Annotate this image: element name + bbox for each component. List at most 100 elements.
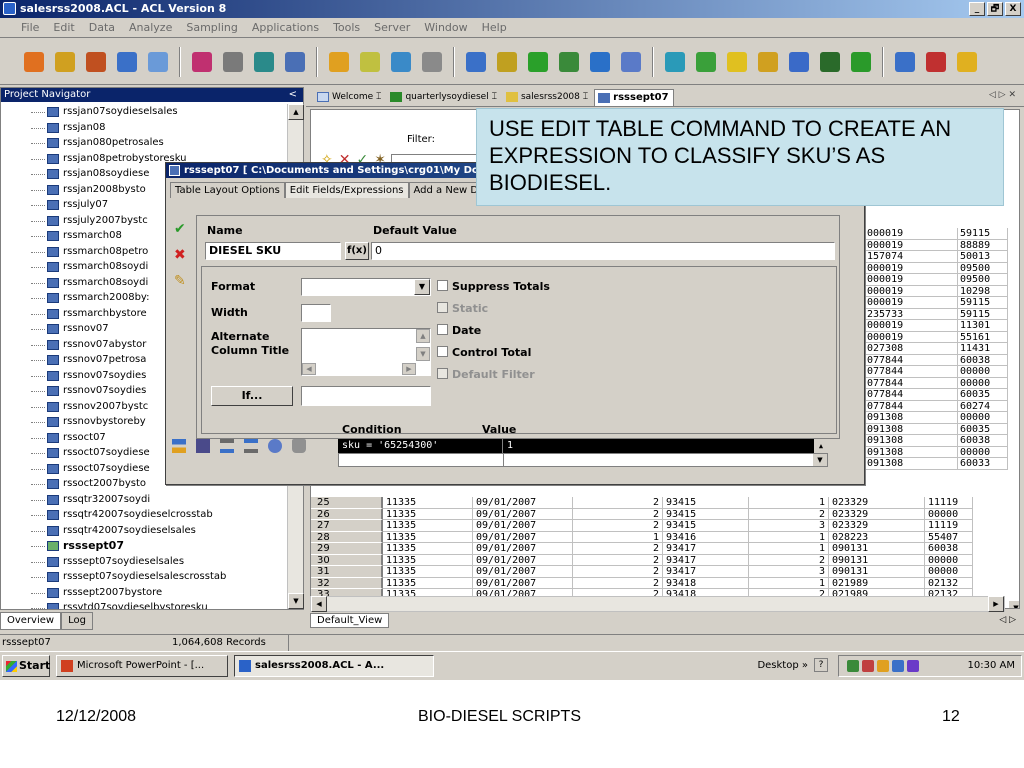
table-row[interactable]: 27 11335 09/01/2007 2 93415 3 023329 11119 [311, 520, 973, 532]
save-icon[interactable] [113, 48, 141, 76]
table-cell[interactable]: 023329 [829, 520, 925, 532]
width-field[interactable] [301, 304, 331, 322]
table-cell[interactable]: 00000 [958, 446, 1008, 458]
table-cell[interactable]: 091308 [864, 412, 958, 424]
table-cell[interactable]: 11335 [383, 543, 473, 555]
table-cell[interactable]: 00000 [925, 508, 973, 520]
tab-overview[interactable]: Overview [0, 612, 62, 630]
table-cell[interactable]: 235733 [864, 308, 958, 320]
table-cell[interactable]: 11119 [925, 497, 973, 509]
benford-icon[interactable] [816, 48, 844, 76]
table-cell[interactable]: 2 [749, 508, 829, 520]
table-row[interactable]: 000019 59115 [864, 297, 1008, 309]
table-cell[interactable]: 11335 [383, 520, 473, 532]
layout-icon[interactable] [387, 48, 415, 76]
grid-icon[interactable] [922, 48, 950, 76]
condition-row-empty[interactable]: ▼ [338, 453, 828, 467]
table-cell[interactable]: 023329 [829, 497, 925, 509]
table-cell[interactable]: 60038 [925, 543, 973, 555]
open-project-icon[interactable] [20, 48, 48, 76]
table-cell[interactable]: 09500 [958, 262, 1008, 274]
view-tab-default[interactable]: Default_View [310, 613, 390, 628]
table-row[interactable]: 091308 60038 [864, 435, 1008, 447]
sort-icon[interactable] [555, 48, 583, 76]
messenger-icon[interactable] [907, 660, 919, 672]
dropdown-arrow-icon[interactable]: ▼ [414, 279, 430, 295]
tab-table-layout-options[interactable]: Table Layout Options [170, 182, 285, 198]
percent-icon[interactable] [586, 48, 614, 76]
table-cell[interactable]: 93418 [663, 577, 749, 589]
condition-expression[interactable]: sku = '65254300' [342, 439, 438, 453]
table-cell[interactable]: 091308 [864, 458, 958, 470]
table-cell[interactable]: 11335 [383, 554, 473, 566]
table-row[interactable]: 000019 11301 [864, 320, 1008, 332]
tab-scroll-arrows-icon[interactable]: ◁ ▷ ✕ [989, 90, 1016, 100]
table-icon[interactable] [325, 48, 353, 76]
menu-applications[interactable]: Applications [245, 21, 326, 34]
table-cell[interactable]: 00000 [958, 366, 1008, 378]
default-filter-checkbox[interactable]: Default Filter [437, 368, 535, 381]
classify-icon[interactable] [754, 48, 782, 76]
move-up-icon[interactable] [220, 439, 234, 453]
condition-value[interactable]: 1 [502, 439, 513, 453]
table-cell[interactable]: 2 [573, 554, 663, 566]
condition-row-selected[interactable]: sku = '65254300' 1 ▲ [338, 439, 828, 453]
update-icon[interactable] [877, 660, 889, 672]
columns-icon[interactable] [661, 48, 689, 76]
table-cell[interactable]: 091308 [864, 446, 958, 458]
condition-scroll-down-icon[interactable]: ▼ [813, 454, 827, 466]
table-cell[interactable]: 2 [573, 577, 663, 589]
tab-quarterlysoydiesel[interactable]: quarterlysoydiesel ⌶ [387, 89, 501, 106]
table-cell[interactable]: 93417 [663, 543, 749, 555]
navigator-item[interactable]: rsssept2007bystore [1, 585, 289, 601]
table-cell[interactable]: 1 [749, 531, 829, 543]
menu-file[interactable]: File [14, 21, 46, 34]
table-cell[interactable]: 50013 [958, 251, 1008, 263]
table-cell[interactable]: 077844 [864, 377, 958, 389]
table-cell[interactable]: 60038 [958, 354, 1008, 366]
filter-icon[interactable] [418, 48, 446, 76]
table-cell[interactable]: 11335 [383, 577, 473, 589]
scroll-down-arrow-icon[interactable]: ▼ [288, 593, 304, 609]
table-cell[interactable]: 091308 [864, 423, 958, 435]
cancel-x-icon[interactable]: ✖ [174, 247, 186, 263]
table-cell[interactable]: 021989 [829, 577, 925, 589]
table-cell[interactable]: 077844 [864, 354, 958, 366]
table-cell[interactable]: 93417 [663, 566, 749, 578]
navigator-item[interactable]: rssqtr42007soydieselcrosstab [1, 507, 289, 523]
table-cell[interactable]: 000019 [864, 297, 958, 309]
table-cell[interactable]: 090131 [829, 566, 925, 578]
table-cell[interactable]: 000019 [864, 274, 958, 286]
alternate-title-field[interactable]: ▲ ▼ ◀ ▶ [301, 328, 431, 376]
new-project-icon[interactable] [51, 48, 79, 76]
open-icon[interactable] [82, 48, 110, 76]
table-row[interactable]: 26 11335 09/01/2007 2 93415 2 023329 00000 [311, 508, 973, 520]
scroll-up-arrow-icon[interactable]: ▲ [416, 329, 430, 343]
print-icon[interactable] [144, 48, 172, 76]
table-cell[interactable]: 55161 [958, 331, 1008, 343]
scroll-left-arrow-icon[interactable]: ◀ [302, 363, 316, 375]
table-row[interactable]: 091308 00000 [864, 446, 1008, 458]
table-cell[interactable]: 1 [749, 543, 829, 555]
taskbar-powerpoint-button[interactable]: Microsoft PowerPoint - [... [56, 655, 228, 677]
default-value-field[interactable]: 0 [371, 242, 835, 260]
tab-salesrss2008[interactable]: salesrss2008 ⌶ [503, 89, 592, 106]
table-cell[interactable]: 60033 [958, 458, 1008, 470]
table-row[interactable]: 077844 60035 [864, 389, 1008, 401]
table-cell[interactable]: 93417 [663, 554, 749, 566]
table-cell[interactable]: 090131 [829, 554, 925, 566]
condition-scroll-up-icon[interactable]: ▲ [814, 439, 828, 453]
close-button[interactable]: X [1005, 2, 1021, 16]
table-cell[interactable]: 60035 [958, 423, 1008, 435]
table-cell[interactable]: 2 [573, 497, 663, 509]
table-cell[interactable]: 000019 [864, 262, 958, 274]
tab-log[interactable]: Log [61, 612, 93, 630]
desktop-toolbar[interactable]: Desktop »? [757, 655, 828, 677]
tab-rsssept07[interactable]: rsssept07 [594, 89, 674, 106]
table-cell[interactable]: 09/01/2007 [473, 531, 573, 543]
security-icon[interactable] [862, 660, 874, 672]
tab-welcome[interactable]: Welcome ⌶ [314, 89, 385, 106]
table-cell[interactable]: 93416 [663, 531, 749, 543]
navigator-item[interactable]: rssjan080petrosales [1, 135, 289, 151]
table-cell[interactable]: 02132 [925, 577, 973, 589]
